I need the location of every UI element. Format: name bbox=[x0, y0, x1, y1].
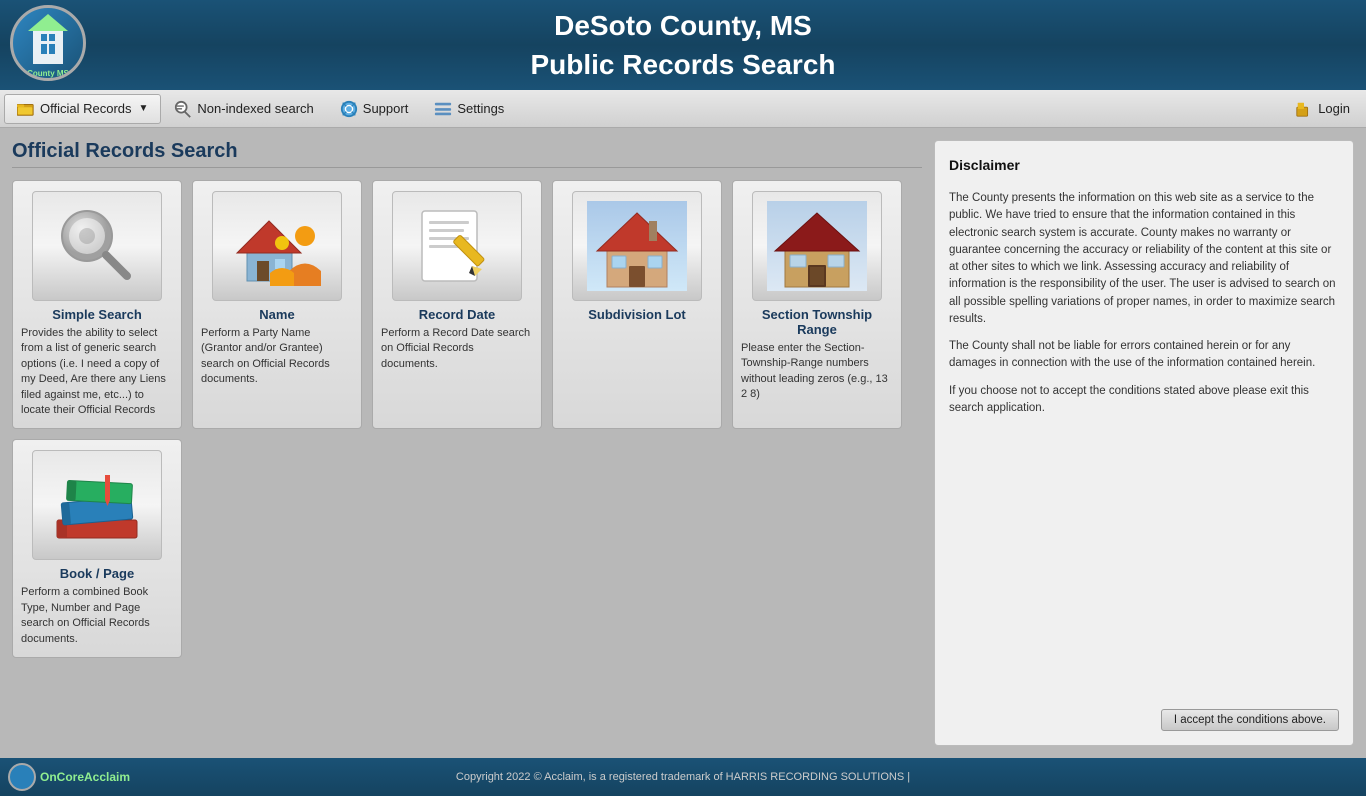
card-name-icon-area bbox=[212, 191, 342, 301]
card-book-page-icon-area bbox=[32, 450, 162, 560]
disclaimer-para-2: The County shall not be liable for error… bbox=[949, 338, 1339, 373]
card-name-desc: Perform a Party Name (Grantor and/or Gra… bbox=[201, 326, 353, 388]
disclaimer-panel: Disclaimer The County presents the infor… bbox=[934, 140, 1354, 746]
cards-row-2: Book / Page Perform a combined Book Type… bbox=[12, 439, 922, 658]
footer-copyright: Copyright 2022 © Acclaim, is a registere… bbox=[456, 771, 910, 783]
nonindexed-search-icon bbox=[174, 100, 192, 118]
logo-building-icon bbox=[23, 9, 73, 69]
footer-logo-icon bbox=[8, 763, 36, 791]
logo-circle: County MS bbox=[10, 5, 86, 81]
main-area: Official Records Search Simple Se bbox=[12, 140, 922, 746]
card-record-date-icon-area bbox=[392, 191, 522, 301]
login-button[interactable]: Login bbox=[1287, 96, 1358, 122]
card-name-title: Name bbox=[259, 307, 294, 322]
nav-support[interactable]: Support bbox=[327, 94, 422, 124]
card-record-date-title: Record Date bbox=[419, 307, 496, 322]
settings-icon bbox=[434, 100, 452, 118]
card-record-date-desc: Perform a Record Date search on Official… bbox=[381, 326, 533, 372]
nav-settings-label: Settings bbox=[457, 101, 504, 116]
card-simple-search-title: Simple Search bbox=[52, 307, 142, 322]
card-section-township[interactable]: Section Township Range Please enter the … bbox=[732, 180, 902, 429]
header: County MS DeSoto County, MS Public Recor… bbox=[0, 0, 1366, 90]
nav-non-indexed-label: Non-indexed search bbox=[197, 101, 313, 116]
card-section-township-icon-area bbox=[752, 191, 882, 301]
card-subdivision-lot-icon-area bbox=[572, 191, 702, 301]
footer-brand: OnCoreAcclaim bbox=[40, 770, 130, 784]
card-book-page-desc: Perform a combined Book Type, Number and… bbox=[21, 585, 173, 647]
support-icon bbox=[340, 100, 358, 118]
cards-row-1: Simple Search Provides the ability to se… bbox=[12, 180, 922, 429]
disclaimer-title: Disclaimer bbox=[949, 155, 1339, 176]
disclaimer-para-1: The County presents the information on t… bbox=[949, 190, 1339, 328]
disclaimer-para-3: If you choose not to accept the conditio… bbox=[949, 383, 1339, 418]
footer: OnCoreAcclaim Copyright 2022 © Acclaim, … bbox=[0, 758, 1366, 796]
logo: County MS bbox=[10, 5, 90, 85]
login-label: Login bbox=[1318, 101, 1350, 116]
accept-button[interactable]: I accept the conditions above. bbox=[1161, 709, 1339, 731]
header-title: DeSoto County, MS Public Records Search bbox=[530, 6, 835, 84]
card-simple-search[interactable]: Simple Search Provides the ability to se… bbox=[12, 180, 182, 429]
house-icon bbox=[587, 201, 687, 291]
nav-official-records[interactable]: Official Records ▼ bbox=[4, 94, 161, 124]
dropdown-arrow: ▼ bbox=[139, 103, 149, 114]
document-pencil-icon bbox=[407, 201, 507, 291]
card-record-date[interactable]: Record Date Perform a Record Date search… bbox=[372, 180, 542, 429]
nav-settings[interactable]: Settings bbox=[421, 94, 517, 124]
page-title: Official Records Search bbox=[12, 140, 922, 168]
nav-official-records-label: Official Records bbox=[40, 101, 132, 116]
navbar: Official Records ▼ Non-indexed search Su… bbox=[0, 90, 1366, 128]
card-simple-search-icon-area bbox=[32, 191, 162, 301]
books-icon bbox=[47, 460, 147, 550]
house2-icon bbox=[767, 201, 867, 291]
card-section-township-title: Section Township Range bbox=[741, 307, 893, 337]
card-simple-search-desc: Provides the ability to select from a li… bbox=[21, 326, 173, 418]
content: Official Records Search Simple Se bbox=[0, 128, 1366, 758]
footer-logo: OnCoreAcclaim bbox=[8, 763, 130, 791]
people-house-icon bbox=[227, 201, 327, 291]
card-section-township-desc: Please enter the Section-Township-Range … bbox=[741, 341, 893, 403]
folder-icon bbox=[17, 100, 35, 118]
login-icon bbox=[1295, 100, 1313, 118]
card-name[interactable]: Name Perform a Party Name (Grantor and/o… bbox=[192, 180, 362, 429]
card-book-page-title: Book / Page bbox=[60, 566, 134, 581]
card-subdivision-lot[interactable]: Subdivision Lot bbox=[552, 180, 722, 429]
card-book-page[interactable]: Book / Page Perform a combined Book Type… bbox=[12, 439, 182, 658]
card-subdivision-lot-title: Subdivision Lot bbox=[588, 307, 686, 322]
magnifier-icon bbox=[52, 201, 142, 291]
nav-support-label: Support bbox=[363, 101, 409, 116]
nav-non-indexed[interactable]: Non-indexed search bbox=[161, 94, 326, 124]
logo-text: County MS bbox=[27, 69, 69, 78]
